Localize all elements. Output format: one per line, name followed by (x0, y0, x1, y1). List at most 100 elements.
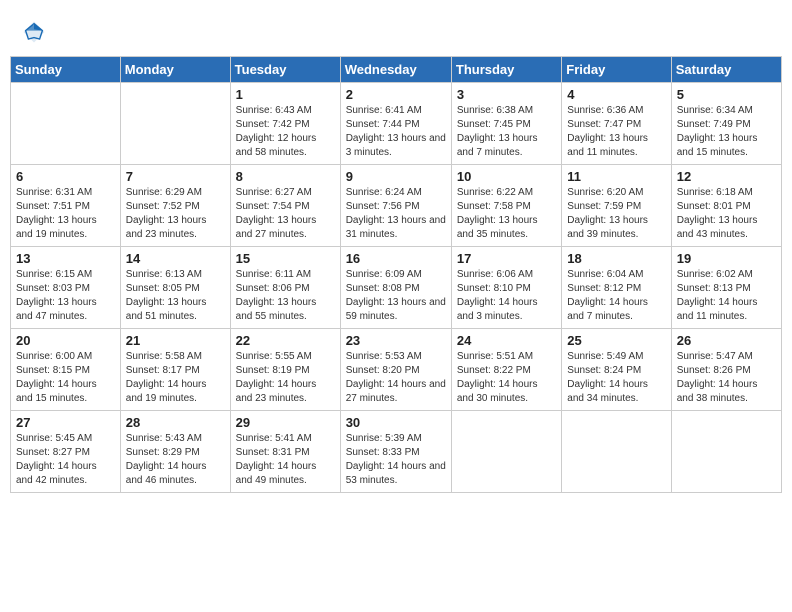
day-number: 24 (457, 333, 556, 348)
day-info: Sunrise: 6:02 AMSunset: 8:13 PMDaylight:… (677, 268, 776, 324)
calendar-cell: 13 Sunrise: 6:15 AMSunset: 8:03 PMDayligh… (11, 247, 121, 329)
day-info: Sunrise: 6:22 AMSunset: 7:58 PMDaylight:… (457, 186, 556, 242)
logo (20, 18, 51, 46)
day-info: Sunrise: 6:20 AMSunset: 7:59 PMDaylight:… (567, 186, 665, 242)
calendar-cell: 24 Sunrise: 5:51 AMSunset: 8:22 PMDayligh… (451, 329, 561, 411)
weekday-header: Saturday (671, 57, 781, 83)
day-info: Sunrise: 5:51 AMSunset: 8:22 PMDaylight:… (457, 350, 556, 406)
calendar-cell: 27 Sunrise: 5:45 AMSunset: 8:27 PMDayligh… (11, 411, 121, 493)
logo-icon (20, 18, 48, 46)
day-info: Sunrise: 6:36 AMSunset: 7:47 PMDaylight:… (567, 104, 665, 160)
day-info: Sunrise: 6:27 AMSunset: 7:54 PMDaylight:… (236, 186, 335, 242)
calendar-cell: 2 Sunrise: 6:41 AMSunset: 7:44 PMDaylight… (340, 83, 451, 165)
day-number: 30 (346, 415, 446, 430)
calendar-cell: 16 Sunrise: 6:09 AMSunset: 8:08 PMDayligh… (340, 247, 451, 329)
day-info: Sunrise: 5:53 AMSunset: 8:20 PMDaylight:… (346, 350, 446, 406)
calendar-cell: 18 Sunrise: 6:04 AMSunset: 8:12 PMDayligh… (562, 247, 671, 329)
day-number: 20 (16, 333, 115, 348)
day-info: Sunrise: 6:18 AMSunset: 8:01 PMDaylight:… (677, 186, 776, 242)
day-number: 15 (236, 251, 335, 266)
calendar-cell: 5 Sunrise: 6:34 AMSunset: 7:49 PMDaylight… (671, 83, 781, 165)
calendar-cell (562, 411, 671, 493)
day-number: 26 (677, 333, 776, 348)
day-info: Sunrise: 5:41 AMSunset: 8:31 PMDaylight:… (236, 432, 335, 488)
page-header (10, 10, 782, 50)
day-number: 11 (567, 169, 665, 184)
calendar-week-row: 6 Sunrise: 6:31 AMSunset: 7:51 PMDaylight… (11, 165, 782, 247)
calendar-cell: 20Sunrise: 6:00 AMSunset: 8:15 PMDayligh… (11, 329, 121, 411)
day-info: Sunrise: 5:58 AMSunset: 8:17 PMDaylight:… (126, 350, 225, 406)
day-number: 6 (16, 169, 115, 184)
calendar-cell: 17Sunrise: 6:06 AMSunset: 8:10 PMDayligh… (451, 247, 561, 329)
day-info: Sunrise: 6:09 AMSunset: 8:08 PMDaylight:… (346, 268, 446, 324)
calendar-cell: 10Sunrise: 6:22 AMSunset: 7:58 PMDayligh… (451, 165, 561, 247)
day-info: Sunrise: 6:04 AMSunset: 8:12 PMDaylight:… (567, 268, 665, 324)
day-info: Sunrise: 6:13 AMSunset: 8:05 PMDaylight:… (126, 268, 225, 324)
day-number: 23 (346, 333, 446, 348)
calendar-cell (451, 411, 561, 493)
calendar-cell: 4 Sunrise: 6:36 AMSunset: 7:47 PMDaylight… (562, 83, 671, 165)
calendar-cell: 3Sunrise: 6:38 AMSunset: 7:45 PMDaylight… (451, 83, 561, 165)
day-info: Sunrise: 5:49 AMSunset: 8:24 PMDaylight:… (567, 350, 665, 406)
day-number: 5 (677, 87, 776, 102)
day-number: 18 (567, 251, 665, 266)
day-number: 13 (16, 251, 115, 266)
weekday-header: Sunday (11, 57, 121, 83)
calendar-cell (120, 83, 230, 165)
calendar-week-row: 20Sunrise: 6:00 AMSunset: 8:15 PMDayligh… (11, 329, 782, 411)
calendar-cell: 30 Sunrise: 5:39 AMSunset: 8:33 PMDayligh… (340, 411, 451, 493)
weekday-header: Thursday (451, 57, 561, 83)
day-info: Sunrise: 6:34 AMSunset: 7:49 PMDaylight:… (677, 104, 776, 160)
day-number: 4 (567, 87, 665, 102)
day-info: Sunrise: 5:43 AMSunset: 8:29 PMDaylight:… (126, 432, 225, 488)
weekday-header: Monday (120, 57, 230, 83)
calendar-cell: 8 Sunrise: 6:27 AMSunset: 7:54 PMDaylight… (230, 165, 340, 247)
calendar-header-row: SundayMondayTuesdayWednesdayThursdayFrid… (11, 57, 782, 83)
weekday-header: Wednesday (340, 57, 451, 83)
day-info: Sunrise: 6:41 AMSunset: 7:44 PMDaylight:… (346, 104, 446, 160)
day-info: Sunrise: 6:24 AMSunset: 7:56 PMDaylight:… (346, 186, 446, 242)
calendar-week-row: 27 Sunrise: 5:45 AMSunset: 8:27 PMDayligh… (11, 411, 782, 493)
day-number: 28 (126, 415, 225, 430)
calendar-cell: 12 Sunrise: 6:18 AMSunset: 8:01 PMDayligh… (671, 165, 781, 247)
day-number: 8 (236, 169, 335, 184)
day-number: 29 (236, 415, 335, 430)
day-number: 19 (677, 251, 776, 266)
weekday-header: Friday (562, 57, 671, 83)
calendar-cell: 22 Sunrise: 5:55 AMSunset: 8:19 PMDayligh… (230, 329, 340, 411)
calendar-cell: 25 Sunrise: 5:49 AMSunset: 8:24 PMDayligh… (562, 329, 671, 411)
day-info: Sunrise: 5:47 AMSunset: 8:26 PMDaylight:… (677, 350, 776, 406)
calendar-cell (671, 411, 781, 493)
calendar-cell: 1Sunrise: 6:43 AMSunset: 7:42 PMDaylight… (230, 83, 340, 165)
day-info: Sunrise: 5:45 AMSunset: 8:27 PMDaylight:… (16, 432, 115, 488)
calendar-cell: 15 Sunrise: 6:11 AMSunset: 8:06 PMDayligh… (230, 247, 340, 329)
calendar-cell: 6 Sunrise: 6:31 AMSunset: 7:51 PMDaylight… (11, 165, 121, 247)
calendar-cell: 29 Sunrise: 5:41 AMSunset: 8:31 PMDayligh… (230, 411, 340, 493)
calendar-cell: 23 Sunrise: 5:53 AMSunset: 8:20 PMDayligh… (340, 329, 451, 411)
day-number: 14 (126, 251, 225, 266)
day-info: Sunrise: 6:15 AMSunset: 8:03 PMDaylight:… (16, 268, 115, 324)
day-number: 2 (346, 87, 446, 102)
day-number: 7 (126, 169, 225, 184)
day-info: Sunrise: 5:55 AMSunset: 8:19 PMDaylight:… (236, 350, 335, 406)
calendar-cell: 28 Sunrise: 5:43 AMSunset: 8:29 PMDayligh… (120, 411, 230, 493)
day-number: 12 (677, 169, 776, 184)
day-number: 22 (236, 333, 335, 348)
calendar-week-row: 13 Sunrise: 6:15 AMSunset: 8:03 PMDayligh… (11, 247, 782, 329)
day-number: 25 (567, 333, 665, 348)
day-info: Sunrise: 5:39 AMSunset: 8:33 PMDaylight:… (346, 432, 446, 488)
calendar-cell: 11 Sunrise: 6:20 AMSunset: 7:59 PMDayligh… (562, 165, 671, 247)
calendar-week-row: 1Sunrise: 6:43 AMSunset: 7:42 PMDaylight… (11, 83, 782, 165)
day-info: Sunrise: 6:29 AMSunset: 7:52 PMDaylight:… (126, 186, 225, 242)
calendar-cell: 21Sunrise: 5:58 AMSunset: 8:17 PMDayligh… (120, 329, 230, 411)
calendar-cell: 26 Sunrise: 5:47 AMSunset: 8:26 PMDayligh… (671, 329, 781, 411)
day-info: Sunrise: 6:06 AMSunset: 8:10 PMDaylight:… (457, 268, 556, 324)
day-info: Sunrise: 6:31 AMSunset: 7:51 PMDaylight:… (16, 186, 115, 242)
day-number: 27 (16, 415, 115, 430)
day-info: Sunrise: 6:11 AMSunset: 8:06 PMDaylight:… (236, 268, 335, 324)
calendar-cell: 9Sunrise: 6:24 AMSunset: 7:56 PMDaylight… (340, 165, 451, 247)
day-number: 16 (346, 251, 446, 266)
calendar-cell (11, 83, 121, 165)
calendar: SundayMondayTuesdayWednesdayThursdayFrid… (10, 56, 782, 493)
day-info: Sunrise: 6:38 AMSunset: 7:45 PMDaylight:… (457, 104, 556, 160)
